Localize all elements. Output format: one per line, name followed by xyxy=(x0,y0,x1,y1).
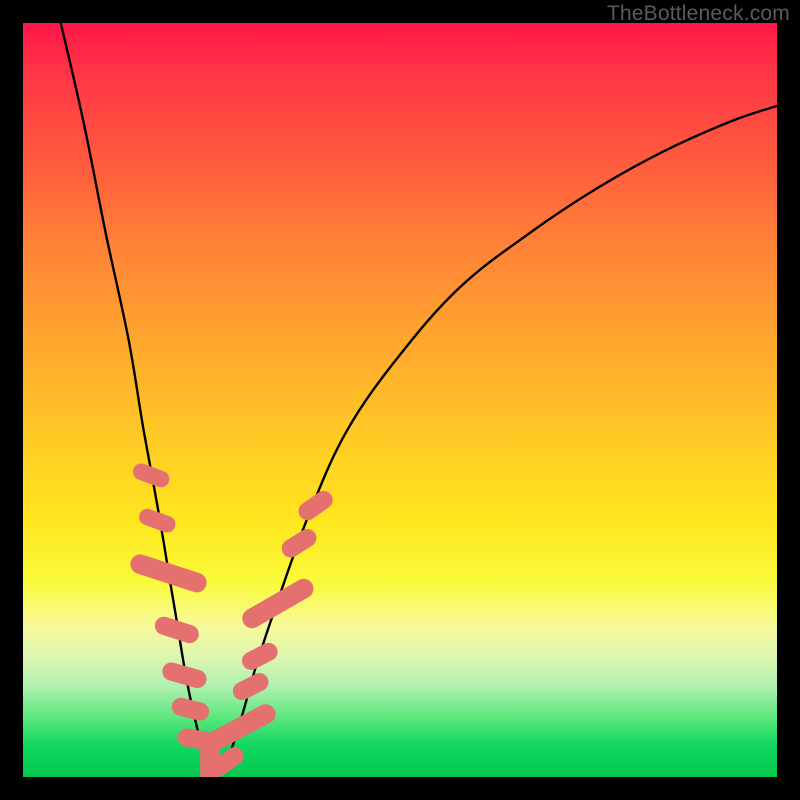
curve-marker xyxy=(239,575,317,632)
curve-marker xyxy=(295,487,336,523)
bottleneck-curve xyxy=(61,23,777,770)
chart-overlay xyxy=(23,23,777,777)
curve-marker xyxy=(128,552,209,595)
curve-marker xyxy=(230,670,272,703)
curve-marker xyxy=(278,526,320,561)
curve-marker xyxy=(200,701,279,755)
curve-marker xyxy=(239,640,281,673)
watermark-text: TheBottleneck.com xyxy=(607,2,790,26)
